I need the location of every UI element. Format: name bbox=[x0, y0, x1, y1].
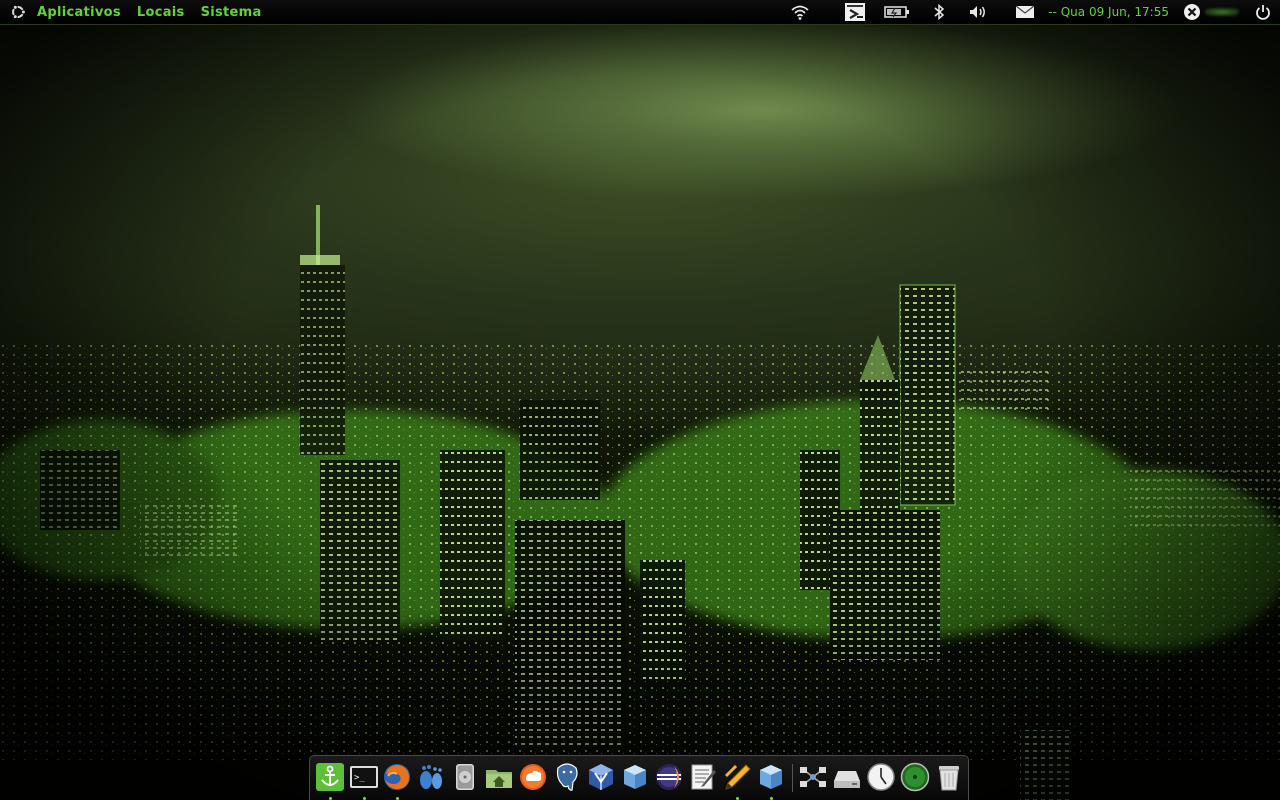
cube-icon[interactable] bbox=[756, 762, 786, 792]
trash-icon[interactable] bbox=[934, 762, 964, 792]
terminal-icon[interactable]: >_ bbox=[349, 762, 379, 792]
dock-separator bbox=[792, 764, 793, 792]
virtualbox-icon[interactable] bbox=[586, 762, 616, 792]
menu-places[interactable]: Locais bbox=[129, 5, 193, 20]
display-icon[interactable] bbox=[844, 2, 866, 22]
menu-applications[interactable]: Aplicativos bbox=[29, 5, 129, 20]
user-name-indicator[interactable] bbox=[1205, 8, 1239, 16]
disk-icon[interactable] bbox=[450, 762, 480, 792]
top-panel: Aplicativos Locais Sistema -- Qua 09 Jun… bbox=[0, 0, 1280, 25]
clock-icon[interactable] bbox=[866, 762, 896, 792]
volume-icon[interactable] bbox=[968, 4, 988, 20]
battery-icon[interactable] bbox=[884, 5, 910, 19]
firefox-icon[interactable] bbox=[382, 762, 412, 792]
postgresql-icon[interactable] bbox=[552, 762, 582, 792]
ubuntu-one-icon[interactable] bbox=[518, 762, 548, 792]
clock-label[interactable]: -- Qua 09 Jun, 17:55 bbox=[1048, 5, 1169, 19]
home-folder-icon[interactable] bbox=[484, 762, 514, 792]
city-skyline bbox=[0, 205, 1280, 800]
menu-system[interactable]: Sistema bbox=[193, 5, 270, 20]
text-editor-icon[interactable] bbox=[688, 762, 718, 792]
drive-icon[interactable] bbox=[832, 762, 862, 792]
system-tray: -- Qua 09 Jun, 17:55 bbox=[782, 0, 1280, 24]
ubuntu-logo-icon[interactable] bbox=[9, 3, 27, 21]
mail-icon[interactable] bbox=[1015, 5, 1035, 19]
svg-text:>_: >_ bbox=[354, 773, 365, 783]
pencil-icon[interactable] bbox=[722, 762, 752, 792]
cube-icon[interactable] bbox=[620, 762, 650, 792]
power-icon[interactable] bbox=[1255, 4, 1271, 20]
wifi-icon[interactable] bbox=[791, 4, 809, 20]
dock: >_ bbox=[309, 755, 969, 800]
network-icon[interactable] bbox=[798, 762, 828, 792]
user-close-icon[interactable] bbox=[1183, 3, 1201, 21]
bluetooth-icon[interactable] bbox=[933, 4, 945, 20]
globe-icon[interactable] bbox=[900, 762, 930, 792]
gnome-foot-icon[interactable] bbox=[416, 762, 446, 792]
eclipse-icon[interactable] bbox=[654, 762, 684, 792]
desktop-wallpaper bbox=[0, 0, 1280, 800]
anchor-icon[interactable] bbox=[315, 762, 345, 792]
